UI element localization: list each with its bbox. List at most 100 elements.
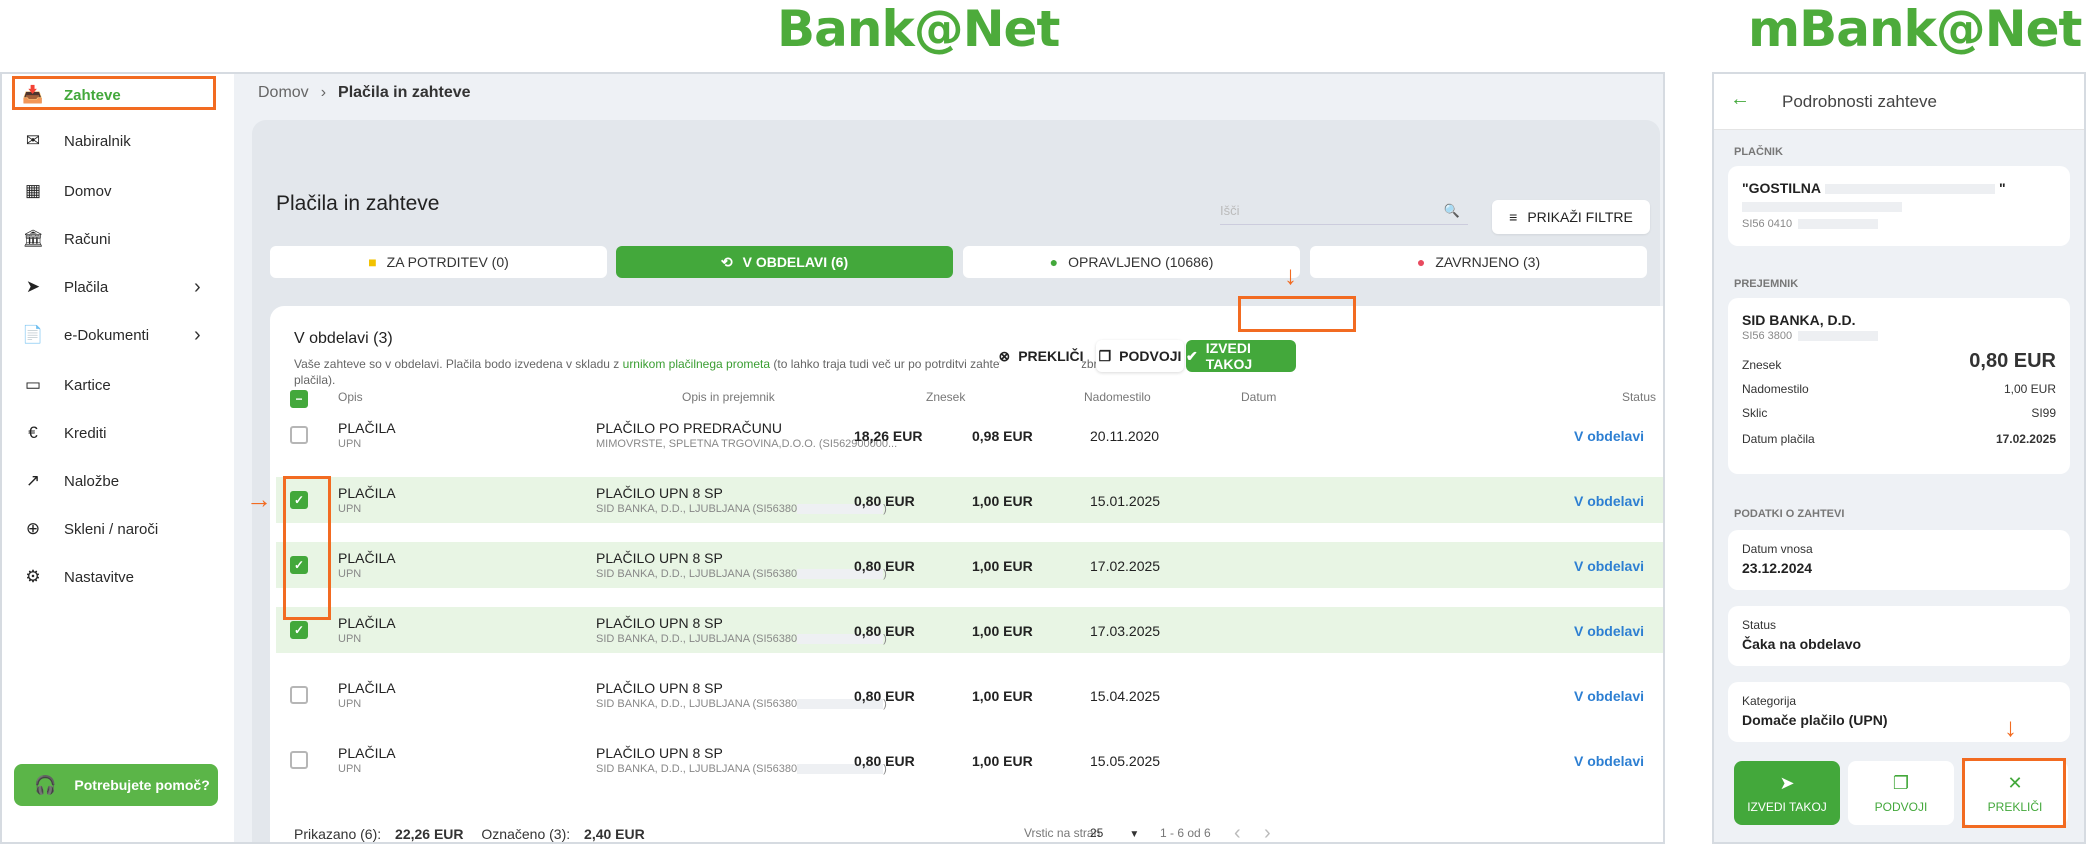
- mail-icon: ✉: [25, 131, 41, 150]
- marked-total: 2,40 EUR: [584, 826, 645, 842]
- duplicate-icon: ❐: [1892, 772, 1910, 793]
- sidebar-item-label: Kartice: [64, 376, 111, 394]
- tab-icon: ●: [1416, 254, 1426, 270]
- sidebar-item-0[interactable]: 📥 Zahteve: [22, 80, 120, 110]
- row-recipient-title: PLAČILO UPN 8 SP: [596, 745, 723, 761]
- table-row[interactable]: ✓ PLAČILA UPN PLAČILO UPN 8 SP SID BANKA, D.…: [276, 477, 1663, 523]
- column-header: Opis in prejemnik: [682, 390, 775, 404]
- show-filters-button[interactable]: ≡ PRIKAŽI FILTRE: [1492, 200, 1650, 234]
- fee-label: Nadomestilo: [1742, 382, 1809, 396]
- back-arrow-icon[interactable]: ←: [1730, 88, 1750, 111]
- mobile-execute-button[interactable]: ➤ IZVEDI TAKOJ: [1734, 761, 1840, 825]
- prev-page-icon[interactable]: ‹: [1234, 822, 1241, 842]
- row-status[interactable]: V obdelavi: [1574, 558, 1644, 574]
- trend-icon: ↗: [25, 471, 41, 490]
- send-icon: ➤: [1779, 772, 1795, 793]
- row-recipient-sub: SID BANKA, D.D., LJUBLJANA (SI56380): [596, 568, 887, 580]
- row-fee: 1,00 EUR: [972, 493, 1033, 509]
- tab-3[interactable]: ● ZAVRNJENO (3): [1310, 246, 1647, 278]
- chevron-right-icon: ›: [194, 323, 201, 346]
- row-subtitle: UPN: [338, 503, 362, 515]
- tab-0[interactable]: ■ ZA POTRDITEV (0): [270, 246, 607, 278]
- tab-label: OPRAVLJENO (10686): [1068, 254, 1214, 270]
- row-status[interactable]: V obdelavi: [1574, 753, 1644, 769]
- table-row[interactable]: ✓ PLAČILA UPN PLAČILO UPN 8 SP SID BANKA, D.…: [276, 542, 1663, 588]
- duplicate-button[interactable]: ❐ PODVOJI: [1096, 340, 1184, 372]
- payment-schedule-link[interactable]: urnikom plačilnega prometa: [623, 357, 770, 371]
- plus-icon: ⊕: [25, 519, 41, 538]
- row-status[interactable]: V obdelavi: [1574, 623, 1644, 639]
- table-row[interactable]: PLAČILA UPN PLAČILO PO PREDRAČUNU MIMOVRSTE…: [276, 412, 1663, 458]
- dropdown-icon: ▼: [1129, 829, 1140, 840]
- row-date: 15.01.2025: [1090, 493, 1161, 509]
- sidebar-item-9[interactable]: ⊕ Skleni / naroči: [22, 514, 158, 544]
- row-status[interactable]: V obdelavi: [1574, 688, 1644, 704]
- table-row[interactable]: PLAČILA UPN PLAČILO UPN 8 SP SID BANKA, D.D…: [276, 737, 1663, 783]
- recipient-card: SID BANKA, D.D. SI56 3800 Znesek 0,80 EU…: [1728, 298, 2070, 474]
- row-fee: 1,00 EUR: [972, 753, 1033, 769]
- row-checkbox[interactable]: [290, 751, 308, 769]
- row-checkbox[interactable]: [290, 686, 308, 704]
- help-button[interactable]: 🎧 Potrebujete pomoč?: [14, 764, 218, 806]
- row-recipient-title: PLAČILO PO PREDRAČUNU: [596, 420, 782, 436]
- next-page-icon[interactable]: ›: [1264, 822, 1271, 842]
- row-fee: 1,00 EUR: [972, 558, 1033, 574]
- status-value: Čaka na obdelavo: [1742, 636, 1862, 652]
- row-status[interactable]: V obdelavi: [1574, 428, 1644, 444]
- sidebar-item-label: Nabiralnik: [64, 132, 131, 150]
- dashboard-icon: ▦: [24, 181, 42, 200]
- sidebar-item-6[interactable]: ▭ Kartice: [22, 370, 111, 400]
- amount-label: Znesek: [1742, 358, 1782, 372]
- row-recipient-sub: SID BANKA, D.D., LJUBLJANA (SI56380): [596, 503, 887, 515]
- payer-name: "GOSTILNA ": [1742, 180, 2006, 196]
- column-header: Datum: [1241, 390, 1277, 404]
- cancel-button[interactable]: ⊗ PREKLIČI: [998, 340, 1084, 372]
- sidebar-item-3[interactable]: 🏛 Računi: [22, 224, 111, 254]
- sidebar-item-2[interactable]: ▦ Domov: [22, 176, 112, 206]
- row-amount: 18,26 EUR: [854, 428, 923, 444]
- desktop-header: Bank@Net: [777, 0, 1060, 58]
- row-subtitle: UPN: [338, 698, 362, 710]
- row-checkbox[interactable]: ✓: [290, 621, 308, 639]
- row-checkbox[interactable]: [290, 426, 308, 444]
- column-header: Nadomestilo: [1084, 390, 1151, 404]
- sidebar-item-1[interactable]: ✉ Nabiralnik: [22, 126, 131, 156]
- select-all-checkbox[interactable]: −: [290, 390, 308, 408]
- table-row[interactable]: ✓ PLAČILA UPN PLAČILO UPN 8 SP SID BANKA, D.…: [276, 607, 1663, 653]
- row-subtitle: UPN: [338, 568, 362, 580]
- mobile-duplicate-button[interactable]: ❐ PODVOJI: [1848, 761, 1954, 825]
- per-page-select[interactable]: 25 ▼: [1090, 826, 1139, 840]
- sidebar-item-7[interactable]: € Krediti: [22, 418, 106, 448]
- sidebar-item-8[interactable]: ↗ Naložbe: [22, 466, 119, 496]
- gear-icon: ⚙: [25, 567, 41, 586]
- row-title: PLAČILA: [338, 550, 396, 566]
- sidebar-item-4[interactable]: ➤ Plačila ›: [22, 272, 201, 302]
- document-icon: 📄: [22, 325, 44, 344]
- per-page-label: Vrstic na stran: [1024, 826, 1101, 840]
- row-date: 15.05.2025: [1090, 753, 1161, 769]
- tab-1[interactable]: ⟲ V OBDELAVI (6): [616, 246, 953, 278]
- row-recipient-title: PLAČILO UPN 8 SP: [596, 550, 723, 566]
- breadcrumb-home[interactable]: Domov: [258, 84, 309, 102]
- sidebar-item-10[interactable]: ⚙ Nastavitve: [22, 562, 134, 592]
- row-checkbox[interactable]: ✓: [290, 556, 308, 574]
- marked-label: Označeno (3):: [481, 826, 571, 842]
- close-icon: ✕: [2007, 772, 2023, 793]
- row-subtitle: UPN: [338, 438, 362, 450]
- tab-icon: ●: [1049, 254, 1059, 270]
- execute-now-button[interactable]: ✔ IZVEDI TAKOJ: [1186, 340, 1296, 372]
- search-input[interactable]: Išči 🔍: [1220, 203, 1468, 225]
- sidebar-item-5[interactable]: 📄 e-Dokumenti ›: [22, 320, 200, 350]
- row-title: PLAČILA: [338, 420, 396, 436]
- table-row[interactable]: PLAČILA UPN PLAČILO UPN 8 SP SID BANKA, D.D…: [276, 672, 1663, 718]
- bank-icon: 🏛: [22, 229, 44, 248]
- euro-icon: €: [28, 423, 38, 442]
- row-checkbox[interactable]: ✓: [290, 491, 308, 509]
- fee-value: 1,00 EUR: [2003, 382, 2056, 396]
- column-header: Status: [1621, 390, 1656, 404]
- row-status[interactable]: V obdelavi: [1574, 493, 1644, 509]
- mobile-cancel-button[interactable]: ✕ PREKLIČI: [1962, 761, 2068, 825]
- sidebar-item-label: Naložbe: [64, 472, 120, 490]
- rows-arrow-icon: →: [246, 484, 272, 514]
- tab-2[interactable]: ● OPRAVLJENO (10686): [963, 246, 1300, 278]
